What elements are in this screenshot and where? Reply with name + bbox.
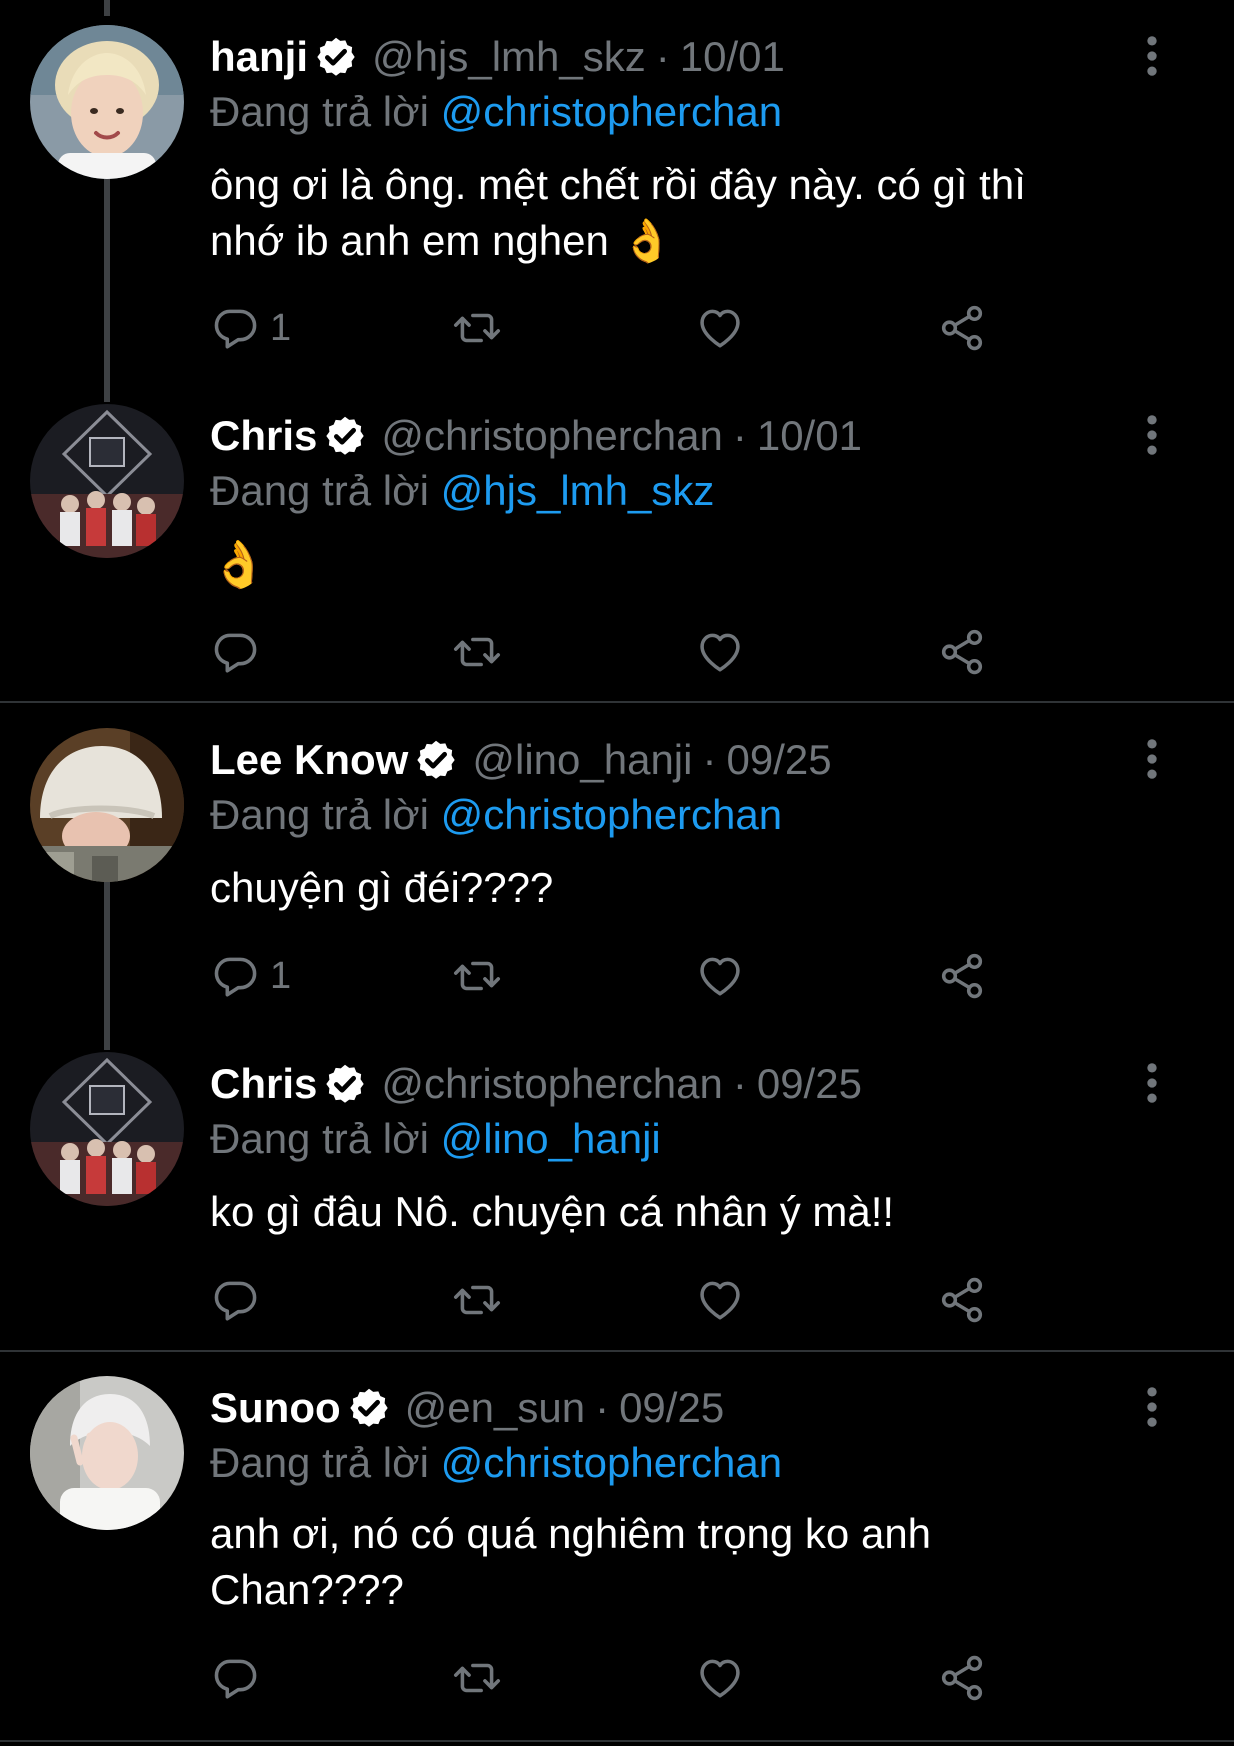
tweet-text: anh ơi, nó có quá nghiêm trọng ko anh Ch… (210, 1510, 932, 1613)
heart-icon (695, 1653, 745, 1703)
more-vertical-icon (1145, 1385, 1159, 1429)
reply-bubble-icon (210, 1653, 260, 1703)
avatar-sunoo[interactable] (30, 1376, 184, 1530)
author-handle[interactable]: @en_sun (405, 1382, 585, 1434)
verified-badge-icon (347, 1386, 391, 1430)
replying-to: Đang trả lời @christopherchan (210, 1437, 782, 1489)
like-button[interactable] (695, 1648, 745, 1708)
retweet-button[interactable] (452, 1648, 502, 1708)
tweet-header: Sunoo @en_sun · 09/25 (210, 1382, 1144, 1434)
separator-dot: · (595, 1384, 610, 1431)
replying-to-label: Đang trả lời (210, 1439, 429, 1486)
replying-to-link[interactable]: @christopherchan (441, 1439, 782, 1486)
reply-button[interactable] (210, 1648, 270, 1708)
share-button[interactable] (937, 1648, 987, 1708)
tweet[interactable]: Sunoo @en_sun · 09/25 Đang trả lời @chri… (0, 0, 1234, 1740)
more-options-button[interactable] (1130, 1377, 1174, 1437)
tweet-date[interactable]: 09/25 (619, 1382, 724, 1434)
author-name[interactable]: Sunoo (210, 1382, 341, 1434)
thread-divider (0, 1740, 1234, 1742)
tweet-actions (210, 1648, 1010, 1708)
retweet-icon (452, 1653, 502, 1703)
share-icon (937, 1653, 987, 1703)
